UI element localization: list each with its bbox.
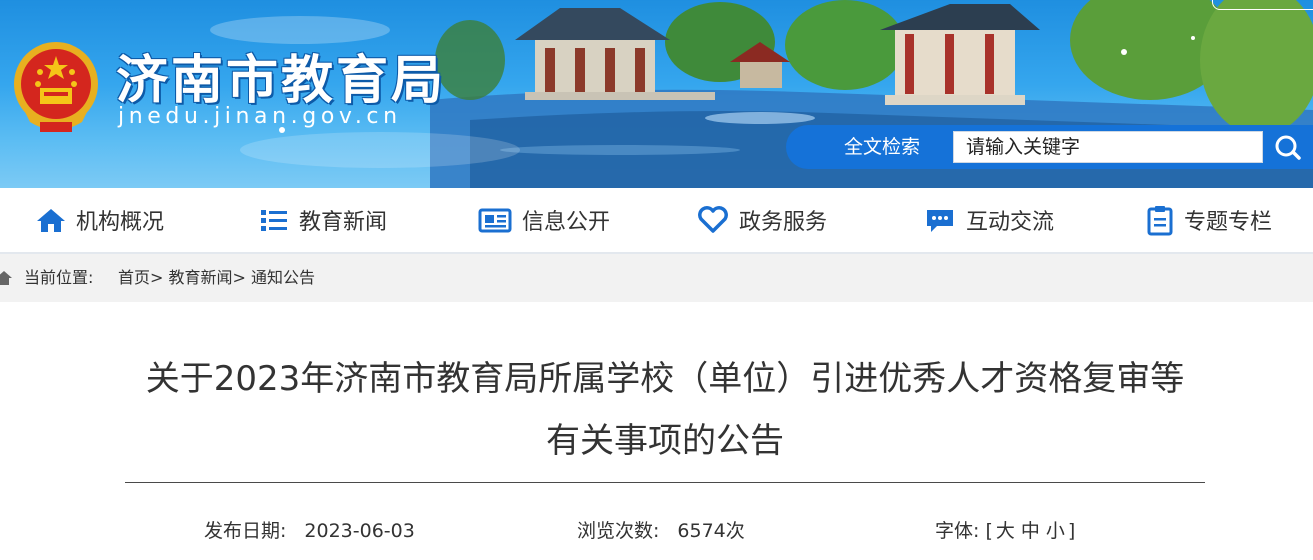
view-count-label: 浏览次数: — [577, 520, 660, 542]
title-divider — [125, 482, 1205, 483]
nav-label: 信息公开 — [522, 210, 611, 235]
nav-label: 互动交流 — [966, 210, 1055, 235]
heart-icon — [698, 206, 728, 233]
nav-item-education-news[interactable]: 教育新闻 — [259, 188, 387, 252]
fulltext-search-label[interactable]: 全文检索 — [812, 125, 952, 169]
nav-item-info-disclosure[interactable]: 信息公开 — [478, 188, 610, 252]
chat-icon — [927, 210, 953, 232]
article-title: 关于2023年济南市教育局所属学校（单位）引进优秀人才资格复审等 有关事项的公告 — [100, 348, 1230, 472]
nav-item-interaction[interactable]: 互动交流 — [924, 188, 1054, 252]
article-title-line-1: 关于2023年济南市教育局所属学校（单位）引进优秀人才资格复审等 — [145, 359, 1185, 399]
site-title[interactable]: 济南市教育局 — [116, 38, 446, 113]
nav-label: 专题专栏 — [1184, 210, 1273, 235]
nav-label: 教育新闻 — [299, 210, 388, 235]
header-banner: 济南市教育局 jnedu.jinan.gov.cn 全文检索 — [0, 0, 1313, 188]
nav-item-organization[interactable]: 机构概况 — [36, 188, 164, 252]
national-emblem-logo — [14, 42, 98, 132]
home-small-icon — [0, 271, 12, 285]
home-icon — [37, 209, 65, 232]
breadcrumb-current-link[interactable]: 通知公告 — [251, 268, 315, 287]
publish-date: 发布日期: 2023-06-03 — [204, 516, 415, 543]
font-large-link[interactable]: 大 — [996, 520, 1015, 542]
site-domain: jnedu.jinan.gov.cn — [118, 104, 402, 129]
breadcrumb-separator: > — [232, 268, 246, 287]
breadcrumb-home-link[interactable]: 首页 — [118, 268, 150, 287]
nav-label: 机构概况 — [76, 210, 165, 235]
nav-label: 政务服务 — [739, 210, 828, 235]
breadcrumb-prefix: 当前位置: — [24, 268, 94, 287]
font-medium-link[interactable]: 中 — [1021, 520, 1040, 542]
font-small-link[interactable]: 小 — [1046, 520, 1065, 542]
breadcrumb-trail: 首页> 教育新闻> 通知公告 — [118, 254, 315, 302]
top-corner-tab[interactable] — [1212, 0, 1313, 10]
nav-item-government-services[interactable]: 政务服务 — [697, 188, 827, 252]
newspaper-icon — [478, 208, 512, 233]
search-input[interactable] — [953, 131, 1263, 163]
nav-item-special-topics[interactable]: 专题专栏 — [1146, 188, 1272, 252]
view-count-value: 6574次 — [677, 520, 745, 542]
main-nav: 机构概况 教育新闻 信息公开 政务服务 互动交流 专题专栏 — [0, 188, 1313, 252]
search-button[interactable] — [1264, 131, 1313, 163]
font-bracket-close: ] — [1067, 520, 1076, 542]
view-count: 浏览次数: 6574次 — [577, 516, 745, 543]
clipboard-icon — [1147, 206, 1173, 236]
font-size-label: 字体: — [935, 520, 980, 542]
breadcrumb-news-link[interactable]: 教育新闻 — [169, 268, 233, 287]
list-icon — [261, 210, 287, 231]
publish-date-value: 2023-06-03 — [304, 520, 415, 542]
search-icon — [1275, 135, 1301, 160]
font-bracket-open: [ — [985, 520, 993, 542]
breadcrumb-separator: > — [150, 268, 164, 287]
font-size-switcher: 字体: [大中小] — [935, 516, 1075, 543]
article-title-line-2: 有关事项的公告 — [546, 421, 784, 461]
publish-date-label: 发布日期: — [204, 520, 287, 542]
